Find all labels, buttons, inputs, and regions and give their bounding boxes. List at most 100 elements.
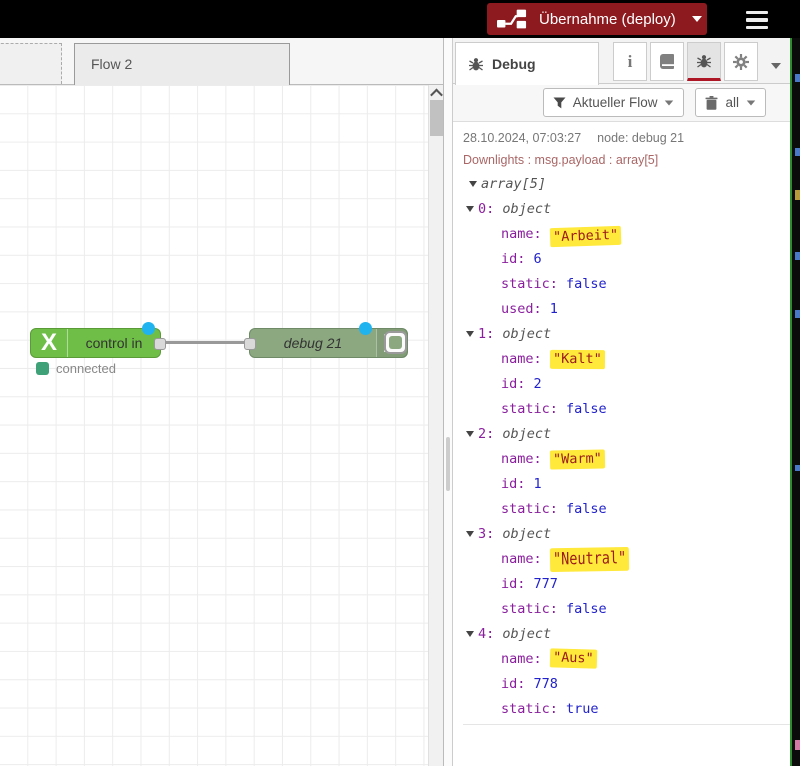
collapse-arrow-icon[interactable] (466, 631, 474, 637)
json-key: static: (501, 501, 558, 517)
bug-icon (468, 56, 484, 72)
debug-field-row: used: 1 (463, 297, 790, 322)
debug-item-row: 2: object (463, 422, 790, 447)
debug-field-row: static: false (463, 272, 790, 297)
deploy-button[interactable]: Übernahme (deploy) (487, 3, 707, 35)
debug-enable-toggle-button[interactable] (384, 331, 407, 354)
clear-messages-button[interactable]: all (695, 88, 766, 117)
debug-item-row: 1: object (463, 322, 790, 347)
json-type: object (502, 526, 551, 542)
sidebar-tab-buttons: i (613, 42, 758, 81)
debug-message[interactable]: 28.10.2024, 07:03:27node: debug 21 Downl… (463, 130, 790, 725)
tab-flow-2[interactable]: Flow 2 (74, 43, 290, 85)
canvas-vertical-scrollbar[interactable] (428, 85, 443, 766)
collapse-arrow-icon[interactable] (466, 331, 474, 337)
filter-button[interactable]: Aktueller Flow (543, 88, 685, 117)
json-key: static: (501, 701, 558, 717)
json-index: 3: (478, 526, 494, 542)
json-index: 4: (478, 626, 494, 642)
json-key: id: (501, 376, 525, 392)
partial-flow-tab (0, 43, 62, 84)
scroll-up-arrow-icon[interactable] (429, 85, 443, 101)
json-value: "Warm" (550, 449, 605, 469)
input-port[interactable] (244, 338, 256, 350)
collapse-arrow-icon[interactable] (466, 531, 474, 537)
json-key: static: (501, 401, 558, 417)
sidebar-scrollbar-thumb[interactable] (446, 437, 450, 491)
debug-field-row: static: false (463, 497, 790, 522)
json-key: id: (501, 676, 525, 692)
filter-caret-icon (665, 100, 674, 105)
scrollbar-thumb[interactable] (430, 100, 443, 136)
debug-field-row: name: "Warm" (463, 447, 790, 472)
message-meta: 28.10.2024, 07:03:27node: debug 21 (463, 130, 790, 146)
debug-item-row: 3: object (463, 522, 790, 547)
debug-field-row: name: "Neutral" (463, 547, 790, 572)
changed-indicator-icon (359, 322, 372, 335)
debug-field-row: id: 1 (463, 472, 790, 497)
status-dot-icon (36, 362, 49, 375)
main-menu-button[interactable] (742, 7, 772, 33)
status-text: connected (56, 361, 116, 376)
debug-item-row: 0: object (463, 197, 790, 222)
json-key: id: (501, 476, 525, 492)
json-key: name: (501, 451, 542, 467)
collapse-arrow-icon[interactable] (466, 431, 474, 437)
root-type-label: array[5] (481, 176, 546, 192)
debug-field-row: static: false (463, 597, 790, 622)
deploy-options-caret-icon[interactable] (692, 16, 702, 22)
clear-scope-caret-icon (747, 100, 756, 105)
bug-icon (696, 53, 712, 69)
wire[interactable] (161, 341, 253, 344)
debug-message-list: 28.10.2024, 07:03:27node: debug 21 Downl… (453, 122, 790, 725)
clear-scope-label: all (725, 95, 739, 110)
debug-field-row: id: 777 (463, 572, 790, 597)
json-value: 2 (534, 376, 542, 392)
more-tabs-caret-icon[interactable] (771, 56, 781, 74)
message-node: node: debug 21 (597, 131, 684, 145)
output-port[interactable] (154, 338, 166, 350)
collapse-arrow-icon[interactable] (466, 206, 474, 212)
node-label: control in (68, 335, 160, 351)
xcomfort-icon: X (31, 329, 68, 357)
deploy-label: Übernahme (deploy) (539, 11, 676, 28)
json-index: 1: (478, 326, 494, 342)
json-key: id: (501, 576, 525, 592)
json-type: object (502, 426, 551, 442)
json-value: false (566, 401, 607, 417)
json-value: 6 (534, 251, 542, 267)
flow-canvas[interactable]: X control in connected debug 21 (0, 85, 443, 766)
info-tab-button[interactable]: i (613, 42, 647, 81)
filter-funnel-icon (553, 97, 566, 109)
json-index: 0: (478, 201, 494, 217)
tab-debug[interactable]: Debug (455, 42, 599, 85)
json-value: 778 (534, 676, 558, 692)
json-value: "Aus" (550, 648, 597, 668)
node-status: connected (36, 361, 116, 376)
sidebar-divider[interactable] (443, 38, 452, 766)
collapse-arrow-icon[interactable] (469, 181, 477, 187)
deploy-icon (497, 7, 527, 31)
trash-icon (705, 96, 718, 110)
changed-indicator-icon (142, 322, 155, 335)
json-key: name: (501, 551, 542, 567)
json-key: static: (501, 276, 558, 292)
app-header: Übernahme (deploy) (0, 0, 800, 38)
flow-tab-bar: Flow 2 + (0, 38, 443, 85)
debug-tab-button[interactable] (687, 42, 721, 81)
json-value: false (566, 501, 607, 517)
config-tab-button[interactable] (724, 42, 758, 81)
debug-array-root-row: array[5] (463, 172, 790, 197)
book-icon (660, 54, 674, 69)
message-topic: Downlights : msg.payload : array[5] (463, 151, 790, 169)
debug-sidebar: Debug i (452, 38, 790, 766)
node-control-in[interactable]: X control in (30, 328, 161, 358)
json-value: "Kalt" (550, 350, 605, 369)
debug-field-row: name: "Arbeit" (463, 222, 790, 247)
json-value: 1 (534, 476, 542, 492)
filter-label: Aktueller Flow (573, 95, 658, 110)
help-tab-button[interactable] (650, 42, 684, 81)
json-key: used: (501, 301, 542, 317)
json-type: object (502, 326, 551, 342)
json-key: name: (501, 651, 542, 667)
